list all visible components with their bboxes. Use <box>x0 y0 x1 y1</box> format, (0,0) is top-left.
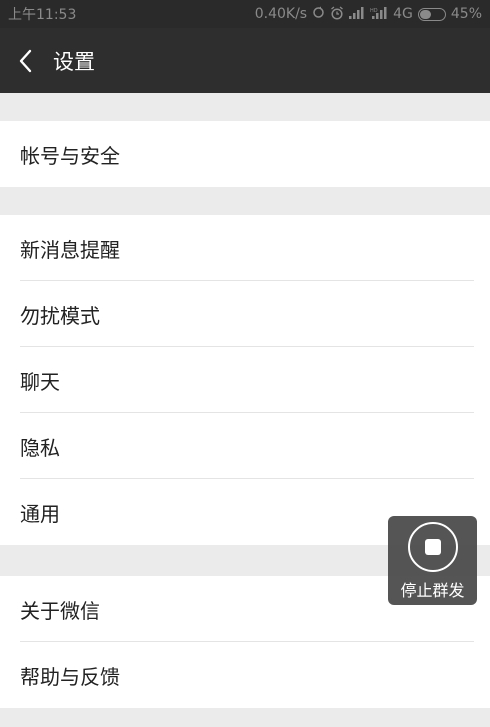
signal-icon <box>349 6 365 22</box>
settings-group-general: 新消息提醒 勿扰模式 聊天 隐私 通用 <box>0 215 490 545</box>
settings-item-label: 帮助与反馈 <box>20 664 120 689</box>
status-indicators: 0.40K/s HD 4G 45% <box>254 5 482 23</box>
status-time: 上午11:53 <box>8 7 77 23</box>
title-bar: 设置 <box>0 28 490 93</box>
settings-item-label: 关于微信 <box>20 598 100 623</box>
hd-signal-icon: HD <box>370 6 388 22</box>
stop-broadcast-button[interactable]: 停止群发 <box>388 516 477 605</box>
battery-fill <box>419 9 431 19</box>
network-speed: 0.40K/s <box>254 6 308 22</box>
settings-item-new-message-alerts[interactable]: 新消息提醒 <box>0 215 490 281</box>
settings-item-label: 聊天 <box>20 369 60 394</box>
settings-item-label: 新消息提醒 <box>20 237 120 262</box>
page-title: 设置 <box>53 49 95 74</box>
settings-item-label: 隐私 <box>20 435 60 460</box>
settings-item-account-security[interactable]: 帐号与安全 <box>0 121 490 187</box>
settings-item-label: 勿扰模式 <box>20 303 100 328</box>
settings-group-account: 帐号与安全 <box>0 121 490 187</box>
settings-item-privacy[interactable]: 隐私 <box>0 413 490 479</box>
sync-icon <box>312 6 325 22</box>
settings-item-label: 帐号与安全 <box>20 143 120 168</box>
settings-item-help-feedback[interactable]: 帮助与反馈 <box>0 642 490 708</box>
status-bar: 上午11:53 0.40K/s HD 4G 45% <box>0 0 490 28</box>
battery-icon <box>417 7 446 21</box>
settings-item-do-not-disturb[interactable]: 勿扰模式 <box>0 281 490 347</box>
network-type: 4G <box>393 6 413 22</box>
chevron-left-icon[interactable] <box>0 28 50 93</box>
alarm-icon <box>330 5 344 23</box>
settings-item-label: 通用 <box>20 501 60 526</box>
settings-item-chat[interactable]: 聊天 <box>0 347 490 413</box>
battery-percent: 45% <box>450 6 482 22</box>
stop-broadcast-label: 停止群发 <box>400 581 465 600</box>
stop-icon <box>407 522 458 572</box>
